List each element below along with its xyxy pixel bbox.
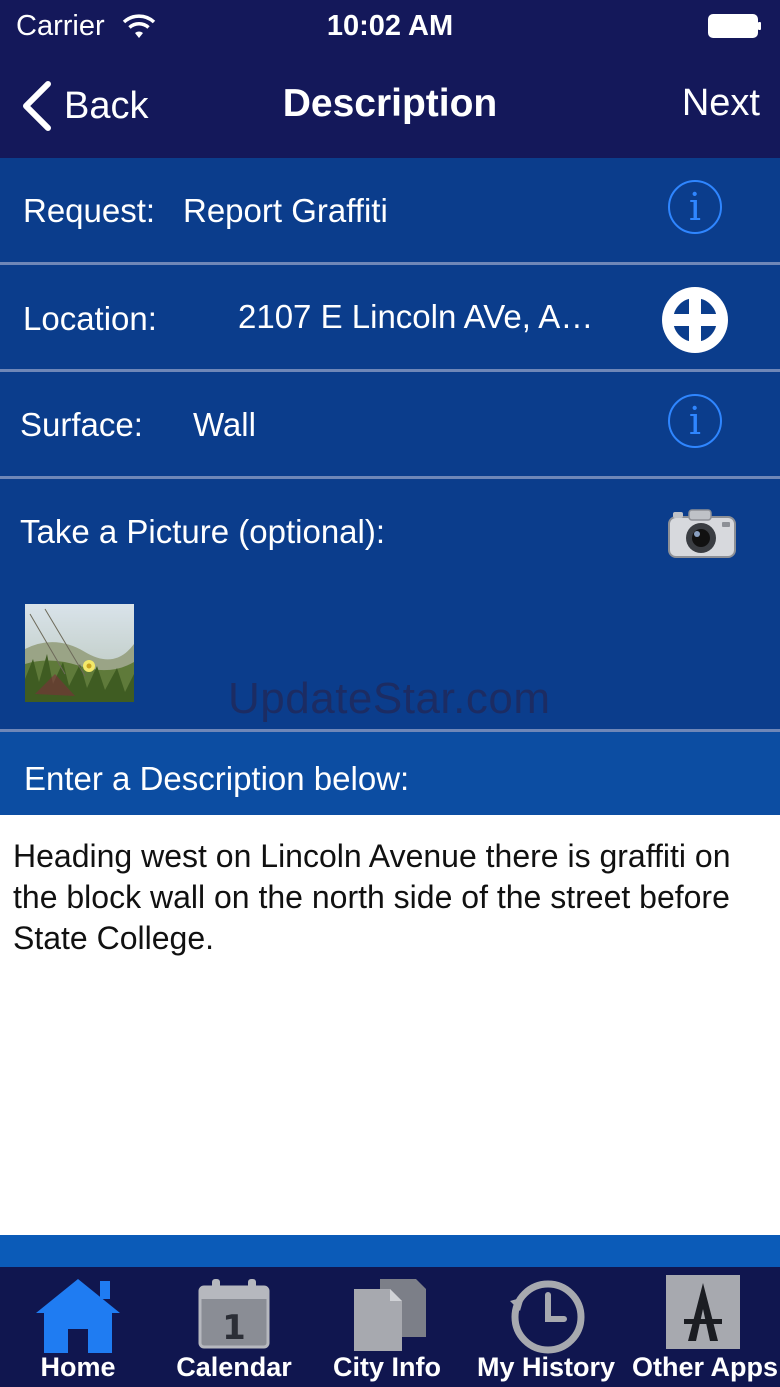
status-bar: Carrier 10:02 AM xyxy=(0,0,780,54)
tab-other-apps[interactable]: Other Apps xyxy=(630,1267,780,1387)
watermark-text: UpdateStar.com xyxy=(228,674,551,723)
separator-strip xyxy=(0,1235,780,1267)
location-row: Location: 2107 E Lincoln AVe, A… xyxy=(0,265,780,372)
documents-icon xyxy=(354,1279,426,1351)
tab-my-history-label: My History xyxy=(476,1352,616,1382)
request-label: Request: xyxy=(23,192,156,229)
navigation-bar: Back Description Next xyxy=(0,54,780,158)
surface-row: Surface: Wall i xyxy=(0,372,780,479)
appstore-icon xyxy=(666,1275,740,1349)
clock: 10:02 AM xyxy=(326,10,454,42)
surface-value[interactable]: Wall xyxy=(193,406,256,444)
tab-home[interactable]: Home xyxy=(0,1267,156,1387)
next-button[interactable]: Next xyxy=(682,82,760,125)
tab-calendar-label: Calendar xyxy=(176,1352,292,1382)
location-value[interactable]: 2107 E Lincoln AVe, A… xyxy=(238,298,593,336)
request-row: Request: Report Graffiti i xyxy=(0,158,780,265)
surface-label: Surface: xyxy=(20,406,143,443)
request-value: Report Graffiti xyxy=(183,192,388,229)
tab-city-info-label: City Info xyxy=(333,1352,441,1382)
location-label: Location: xyxy=(23,300,157,337)
description-header-label: Enter a Description below: xyxy=(24,760,410,797)
calendar-icon: 1 xyxy=(198,1279,270,1349)
description-textarea[interactable]: Heading west on Lincoln Avenue there is … xyxy=(0,815,780,1235)
home-icon xyxy=(36,1279,120,1353)
tab-other-apps-label: Other Apps xyxy=(631,1352,778,1382)
picture-label: Take a Picture (optional): xyxy=(20,513,386,550)
tab-bar: Home 1 Calendar City Info My History Oth… xyxy=(0,1267,780,1387)
tab-calendar[interactable]: 1 Calendar xyxy=(156,1267,312,1387)
back-button[interactable]: Back xyxy=(20,78,148,134)
description-header: Enter a Description below: xyxy=(0,732,780,815)
svg-text:1: 1 xyxy=(222,1308,246,1348)
picture-row: Take a Picture (optional): UpdateStar.co… xyxy=(0,479,780,732)
tab-home-label: Home xyxy=(40,1352,116,1382)
crosshair-icon[interactable] xyxy=(659,284,731,356)
tab-my-history[interactable]: My History xyxy=(462,1267,630,1387)
history-clock-icon xyxy=(510,1280,585,1354)
attached-photo-thumbnail[interactable] xyxy=(25,604,134,702)
battery-icon xyxy=(708,14,761,38)
description-text: Heading west on Lincoln Avenue there is … xyxy=(13,838,731,956)
back-label: Back xyxy=(64,84,149,127)
info-icon[interactable]: i xyxy=(668,394,722,448)
info-icon[interactable]: i xyxy=(668,180,722,234)
chevron-left-icon xyxy=(23,81,51,131)
camera-icon[interactable] xyxy=(667,507,737,559)
tab-city-info[interactable]: City Info xyxy=(312,1267,462,1387)
